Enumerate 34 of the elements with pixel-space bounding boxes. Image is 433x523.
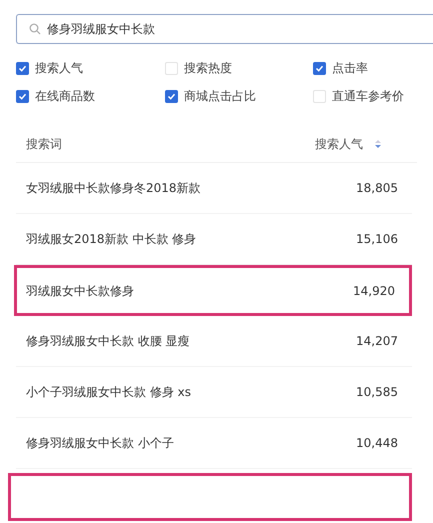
column-header: 搜索词 <box>25 136 63 152</box>
checkmark-icon <box>18 64 27 72</box>
checkbox[interactable] <box>313 90 326 102</box>
checkmark-icon <box>315 64 324 72</box>
popularity-cell-text: 10,585 <box>355 384 398 401</box>
filter-label: 点击率 <box>332 60 368 77</box>
keyword-cell-text: 修身羽绒服女中长款 小个子 <box>26 435 175 452</box>
checkmark-icon <box>167 92 176 100</box>
popularity-cell-text: 14,207 <box>355 333 398 350</box>
checkbox[interactable] <box>165 90 178 102</box>
search-value: 修身羽绒服女中长款 <box>47 21 155 38</box>
popularity-cell-text: 14,920 <box>352 282 395 300</box>
popularity-cell-text: 15,106 <box>355 231 398 248</box>
column-header[interactable]: 搜索人气 <box>315 134 375 152</box>
keyword-cell-text: 女羽绒服中长款修身冬2018新款 <box>26 180 202 197</box>
search-icon <box>29 23 41 35</box>
keyword-cell-text: 小个子羽绒服女中长款 修身 xs <box>26 384 192 401</box>
sort-icon[interactable] <box>375 140 381 148</box>
checkbox[interactable] <box>16 62 29 74</box>
keyword-cell-text: 羽绒服女中长款修身 <box>26 282 135 300</box>
filter-label: 搜索热度 <box>184 60 232 77</box>
keyword-cell-text: 修身羽绒服女中长款 收腰 显瘦 <box>26 333 191 350</box>
popularity-cell-text: 18,805 <box>355 180 398 197</box>
checkbox[interactable] <box>16 90 29 102</box>
keyword-cell-text: 羽绒服女2018新款 中长款 修身 <box>26 231 198 248</box>
search-field[interactable]: 修身羽绒服女中长款 <box>16 14 433 44</box>
checkbox[interactable] <box>313 62 326 74</box>
popularity-cell-text: 10,448 <box>355 435 398 452</box>
checkmark-icon <box>18 92 27 100</box>
filter-label: 搜索人气 <box>35 60 83 77</box>
filter-label: 商城点击占比 <box>184 88 256 105</box>
filter-label: 在线商品数 <box>35 88 95 105</box>
filter-label: 直通车参考价 <box>332 88 404 105</box>
checkbox[interactable] <box>165 62 178 74</box>
